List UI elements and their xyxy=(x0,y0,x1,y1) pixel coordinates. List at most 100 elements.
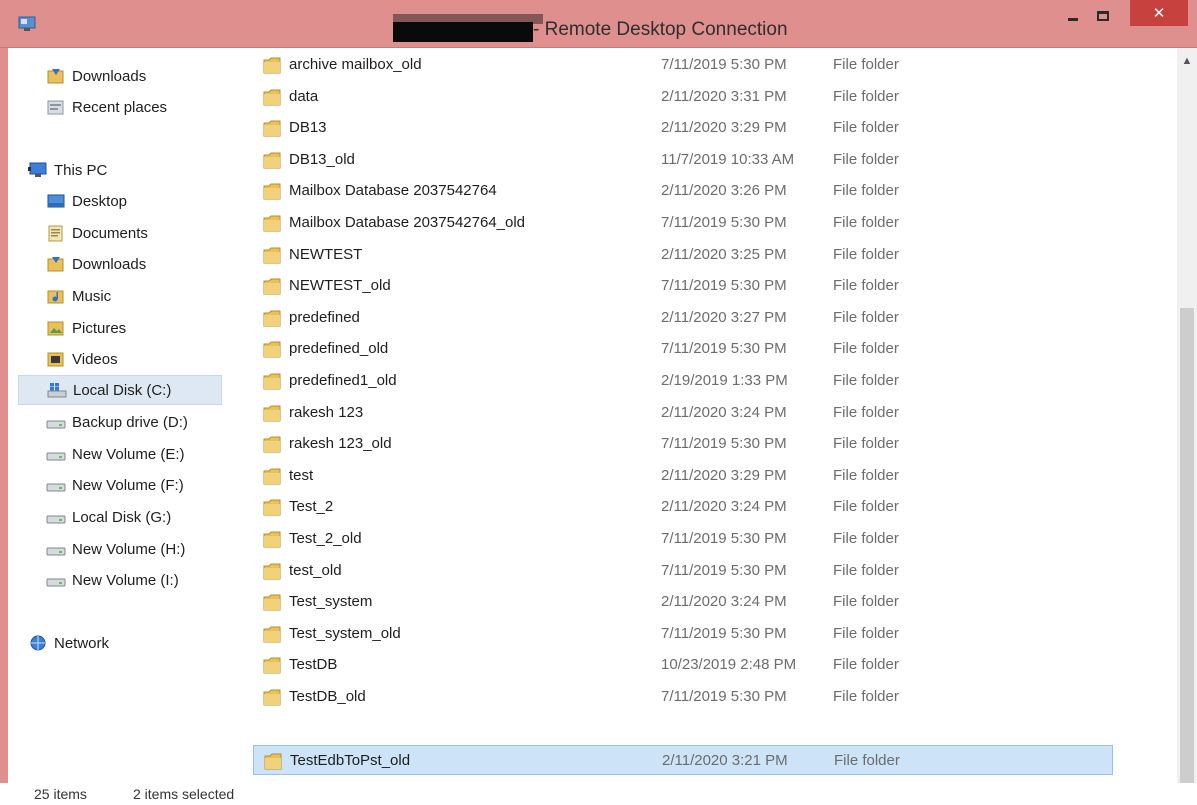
selection-count: 2 items selected xyxy=(133,786,235,802)
maximize-button[interactable] xyxy=(1090,0,1116,32)
folder-icon xyxy=(263,561,281,581)
navigation-pane[interactable]: Downloads Recent places This PC Desktop Docu… xyxy=(8,48,233,783)
maximize-icon xyxy=(1097,11,1109,21)
nav-item-pictures[interactable]: Pictures xyxy=(46,313,126,343)
file-row[interactable]: NEWTEST_old 7/11/2019 5:30 PM File folder xyxy=(253,271,1113,301)
file-row[interactable]: test 2/11/2020 3:29 PM File folder xyxy=(253,461,1113,491)
vertical-scrollbar[interactable]: ▲ xyxy=(1177,48,1197,783)
file-type: File folder xyxy=(833,593,899,611)
nav-item-new-volume-f[interactable]: New Volume (F:) xyxy=(46,470,184,500)
documents-icon xyxy=(46,224,66,242)
nav-item-label: Music xyxy=(72,287,112,305)
file-name: Mailbox Database 2037542764 xyxy=(289,182,497,200)
window-title: - Remote Desktop Connection xyxy=(533,19,788,40)
file-row[interactable]: DB13 2/11/2020 3:29 PM File folder xyxy=(253,113,1113,143)
nav-item-label: Pictures xyxy=(72,319,127,337)
file-name: Test_2 xyxy=(289,498,334,516)
nav-item-local-disk-c[interactable]: Local Disk (C:) xyxy=(18,375,222,405)
pictures-icon xyxy=(46,319,66,337)
date-modified: 2/11/2020 3:25 PM xyxy=(661,245,787,263)
file-list[interactable]: archive mailbox_old 7/11/2019 5:30 PM File… xyxy=(233,48,1177,783)
title-bar[interactable]: - Remote Desktop Connection ✕ xyxy=(0,0,1197,48)
file-row[interactable]: Mailbox Database 2037542764_old 7/11/2019… xyxy=(253,208,1113,238)
close-button[interactable]: ✕ xyxy=(1130,0,1188,26)
desktop-icon xyxy=(46,192,66,210)
nav-item-label: Videos xyxy=(72,350,118,368)
drive-icon xyxy=(46,508,66,526)
folder-icon xyxy=(263,592,281,612)
file-row[interactable]: NEWTEST 2/11/2020 3:25 PM File folder xyxy=(253,240,1113,270)
nav-item-label: Recent places xyxy=(72,98,168,116)
date-modified: 7/11/2019 5:30 PM xyxy=(661,530,787,547)
file-name: TestEdbToPst_old xyxy=(290,752,411,769)
file-row[interactable]: Test_system_old 7/11/2019 5:30 PM File fol… xyxy=(253,619,1113,649)
minimize-icon xyxy=(1068,17,1078,21)
folder-icon xyxy=(263,308,281,328)
nav-item-label: Downloads xyxy=(72,67,147,85)
nav-item-this-pc[interactable]: This PC xyxy=(28,155,107,185)
file-type: File folder xyxy=(833,150,899,168)
nav-item-recent-places[interactable]: Recent places xyxy=(46,92,167,122)
date-modified: 2/11/2020 3:24 PM xyxy=(661,498,787,516)
file-name: DB13 xyxy=(289,119,327,137)
date-modified: 7/11/2019 5:30 PM xyxy=(661,214,787,231)
file-row[interactable]: Test_2 2/11/2020 3:24 PM File folder xyxy=(253,492,1113,522)
nav-item-local-disk-g[interactable]: Local Disk (G:) xyxy=(46,502,171,532)
nav-item-music[interactable]: Music xyxy=(46,281,111,311)
file-type: File folder xyxy=(833,87,899,105)
file-row[interactable]: Test_system 2/11/2020 3:24 PM File folder xyxy=(253,587,1113,617)
file-row[interactable]: TestDB_old 7/11/2019 5:30 PM File folder xyxy=(253,682,1113,712)
nav-item-new-volume-e[interactable]: New Volume (E:) xyxy=(46,439,185,469)
scroll-thumb[interactable] xyxy=(1180,308,1194,783)
file-name: Mailbox Database 2037542764_old xyxy=(289,214,526,231)
file-name: archive mailbox_old xyxy=(289,56,422,73)
nav-item-backup-drive-d[interactable]: Backup drive (D:) xyxy=(46,407,188,437)
folder-icon xyxy=(263,55,281,75)
downloads-icon xyxy=(46,67,66,85)
file-row[interactable]: predefined1_old 2/19/2019 1:33 PM File fol… xyxy=(253,366,1113,396)
file-row[interactable]: predefined 2/11/2020 3:27 PM File folder xyxy=(253,303,1113,333)
file-type: File folder xyxy=(833,372,899,389)
file-row[interactable]: TestEdbToPst_old 2/11/2020 3:21 PM File fo… xyxy=(253,745,1113,775)
remote-desktop-icon xyxy=(18,16,36,31)
windows-drive-icon xyxy=(47,381,67,399)
nav-item-new-volume-i[interactable]: New Volume (I:) xyxy=(46,565,179,595)
minimize-button[interactable] xyxy=(1060,0,1086,32)
folder-icon xyxy=(263,118,281,138)
nav-item-new-volume-h[interactable]: New Volume (H:) xyxy=(46,534,185,564)
date-modified: 7/11/2019 5:30 PM xyxy=(661,688,787,705)
file-row[interactable]: Mailbox Database 2037542764 2/11/2020 3:2… xyxy=(253,176,1113,206)
file-name: rakesh 123_old xyxy=(289,435,392,453)
folder-icon xyxy=(263,497,281,517)
nav-item-network[interactable]: Network xyxy=(28,628,109,658)
file-row[interactable]: DB13_old 11/7/2019 10:33 AM File folder xyxy=(253,145,1113,175)
nav-item-label: New Volume (H:) xyxy=(72,540,186,558)
file-row[interactable]: archive mailbox_old 7/11/2019 5:30 PM File… xyxy=(253,50,1113,80)
nav-item-documents[interactable]: Documents xyxy=(46,218,148,248)
folder-icon xyxy=(263,434,281,454)
file-row[interactable]: TestDB 10/23/2019 2:48 PM File folder xyxy=(253,650,1113,680)
file-row[interactable]: test_old 7/11/2019 5:30 PM File folder xyxy=(253,556,1113,586)
nav-item-desktop[interactable]: Desktop xyxy=(46,186,127,216)
file-type: File folder xyxy=(833,403,899,421)
file-row[interactable]: data 2/11/2020 3:31 PM File folder xyxy=(253,82,1113,112)
folder-icon xyxy=(263,529,281,549)
file-name: Test_system xyxy=(289,593,373,611)
file-name: predefined xyxy=(289,308,360,326)
nav-item-downloads[interactable]: Downloads xyxy=(46,249,146,279)
nav-item-downloads[interactable]: Downloads xyxy=(46,61,146,91)
file-row[interactable]: rakesh 123 2/11/2020 3:24 PM File folder xyxy=(253,398,1113,428)
date-modified: 11/7/2019 10:33 AM xyxy=(661,150,795,168)
file-name: data xyxy=(289,87,319,105)
file-name: TestDB xyxy=(289,656,338,674)
folder-icon xyxy=(263,466,281,486)
file-row[interactable]: rakesh 123_old 7/11/2019 5:30 PM File fold… xyxy=(253,429,1113,459)
file-row[interactable]: predefined_old 7/11/2019 5:30 PM File fold… xyxy=(253,334,1113,364)
file-row[interactable]: Test_2_old 7/11/2019 5:30 PM File folder xyxy=(253,524,1113,554)
folder-icon xyxy=(263,87,281,107)
file-type: File folder xyxy=(834,752,900,769)
videos-icon xyxy=(46,350,66,368)
folder-icon xyxy=(263,403,281,423)
scroll-up-icon[interactable]: ▲ xyxy=(1177,48,1197,74)
nav-item-videos[interactable]: Videos xyxy=(46,344,118,374)
